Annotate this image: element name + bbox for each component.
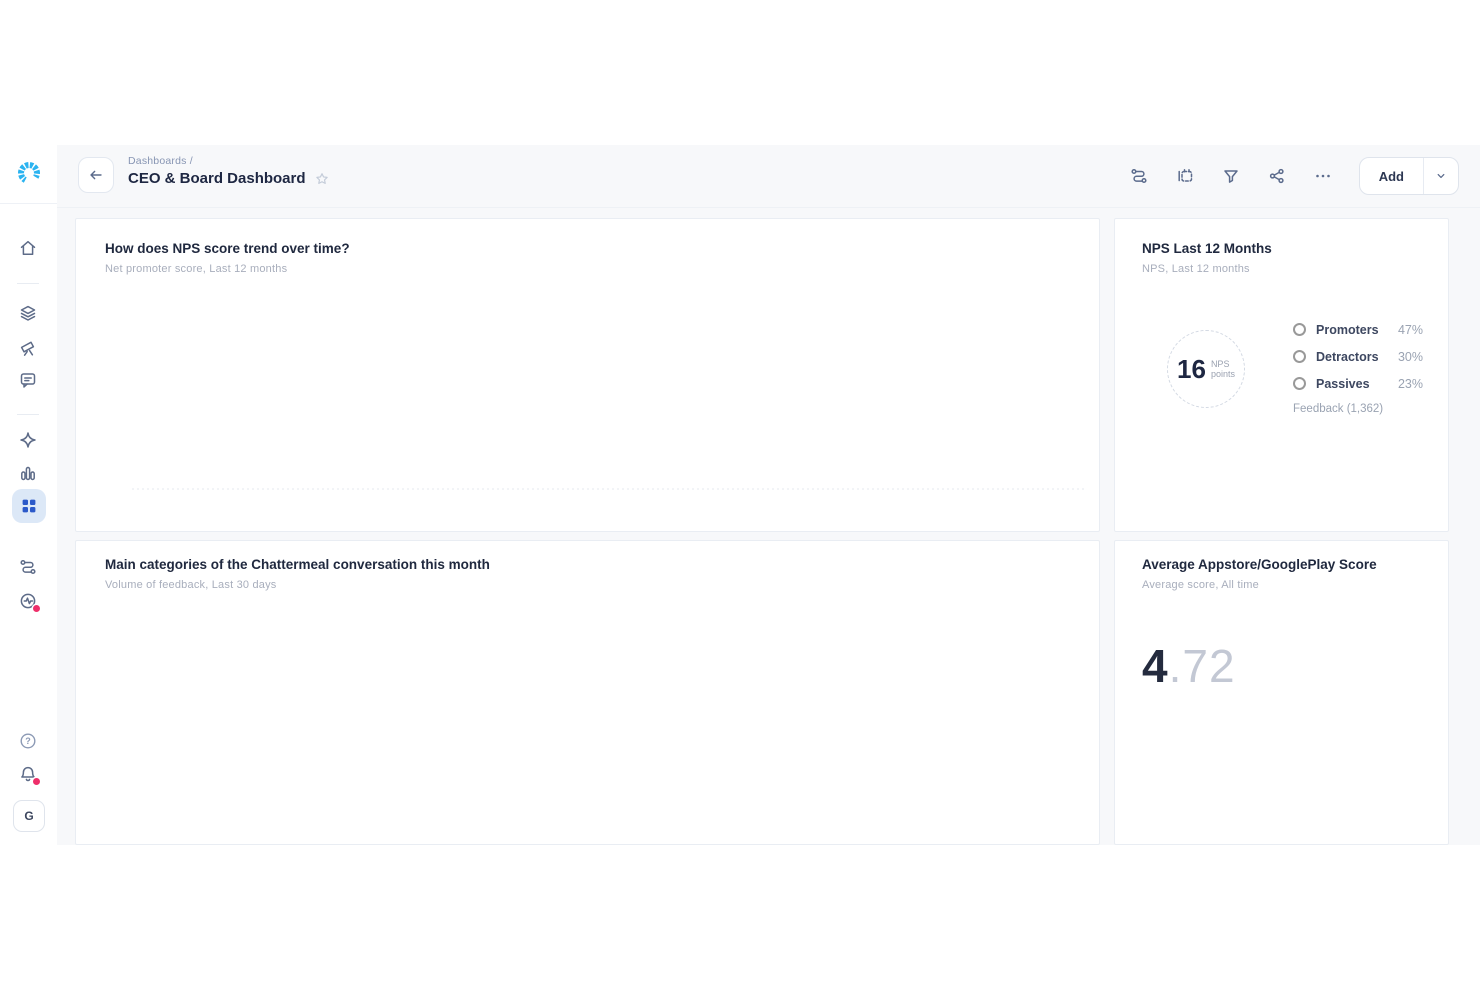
sidebar-item-insights[interactable] — [18, 430, 38, 450]
sparkle-icon — [18, 430, 38, 450]
sidebar-header — [0, 145, 57, 204]
journey-flow-icon[interactable] — [1129, 166, 1149, 186]
legend-item-passives: Passives 23% — [1293, 370, 1423, 397]
sidebar-item-health[interactable] — [18, 591, 38, 611]
user-avatar[interactable]: G — [13, 800, 45, 832]
back-button[interactable] — [78, 157, 114, 193]
breadcrumb[interactable]: Dashboards / — [128, 155, 330, 167]
sidebar-item-notifications[interactable] — [18, 764, 38, 784]
categories-card: Main categories of the Chattermeal conve… — [75, 540, 1100, 845]
arrow-left-icon — [87, 166, 105, 184]
nps-points-value: 16 — [1177, 354, 1206, 385]
telescope-icon — [18, 338, 38, 358]
legend-marker — [1293, 350, 1306, 363]
legend-item-promoters: Promoters 47% — [1293, 316, 1423, 343]
sidebar-item-help[interactable]: ? — [18, 731, 38, 751]
sidebar-divider — [17, 414, 39, 415]
avatar-initial: G — [24, 809, 33, 823]
more-ellipsis-icon[interactable] — [1313, 166, 1333, 186]
sidebar-item-journeys[interactable] — [18, 557, 38, 577]
page-header: Dashboards / CEO & Board Dashboard — [57, 145, 1480, 208]
sidebar-item-discover[interactable] — [18, 338, 38, 358]
help-icon: ? — [18, 731, 38, 751]
brand-logo[interactable] — [16, 160, 42, 186]
donut-center: 16 NPS points — [1148, 311, 1264, 427]
card-title: NPS Last 12 Months — [1142, 241, 1272, 256]
sidebar-item-dashboards-active[interactable] — [12, 489, 46, 523]
sidebar-item-home[interactable] — [18, 238, 38, 258]
notification-dot — [33, 778, 40, 785]
sidebar-item-conversations[interactable] — [18, 370, 38, 390]
bar-chart-icon — [18, 463, 38, 483]
nps-mini-sparkline — [1142, 432, 1435, 496]
home-icon — [18, 238, 38, 258]
legend-marker — [1293, 377, 1306, 390]
main-area: Dashboards / CEO & Board Dashboard — [57, 145, 1480, 845]
filter-icon[interactable] — [1221, 166, 1241, 186]
add-split-button: Add — [1359, 157, 1459, 195]
breadcrumb-block: Dashboards / CEO & Board Dashboard — [128, 155, 330, 187]
categories-bar-chart — [76, 541, 1099, 842]
layers-icon — [18, 303, 38, 323]
avg-score-sparkline — [1142, 736, 1435, 778]
gauge-logo-icon — [16, 160, 42, 186]
legend-item-detractors: Detractors 30% — [1293, 343, 1423, 370]
card-subtitle: NPS, Last 12 months — [1142, 263, 1250, 275]
nps-donut-chart: 16 NPS points — [1148, 311, 1264, 427]
sidebar: ? G — [0, 145, 58, 845]
sidebar-divider — [17, 283, 39, 284]
nps-trend-line-chart — [76, 219, 1099, 529]
chat-icon — [18, 370, 38, 390]
add-dropdown-button[interactable] — [1423, 158, 1458, 194]
page-title: CEO & Board Dashboard — [128, 170, 306, 187]
dashboard-grid-icon — [19, 496, 39, 516]
feedback-count: Feedback (1,362) — [1293, 403, 1383, 415]
avg-score-value: 4.72 — [1142, 639, 1236, 693]
nps-12m-card: NPS Last 12 Months NPS, Last 12 months 1… — [1114, 218, 1449, 532]
sidebar-item-data-layers[interactable] — [18, 303, 38, 323]
notification-dot — [33, 605, 40, 612]
avg-score-card: Average Appstore/GooglePlay Score Averag… — [1114, 540, 1449, 845]
journey-flow-icon — [18, 557, 38, 577]
svg-text:?: ? — [25, 736, 31, 746]
header-actions: Add — [1129, 157, 1459, 195]
add-button[interactable]: Add — [1360, 158, 1423, 194]
star-favorite-icon[interactable] — [314, 171, 330, 187]
donut-legend: Promoters 47% Detractors 30% Passives 23… — [1293, 316, 1423, 397]
card-title: Average Appstore/GooglePlay Score — [1142, 557, 1377, 572]
card-subtitle: Average score, All time — [1142, 579, 1259, 591]
nps-points-label: NPS points — [1211, 359, 1235, 380]
legend-marker — [1293, 323, 1306, 336]
sidebar-item-analytics[interactable] — [18, 463, 38, 483]
date-range-icon[interactable] — [1175, 166, 1195, 186]
nps-trend-card: How does NPS score trend over time? Net … — [75, 218, 1100, 532]
share-icon[interactable] — [1267, 166, 1287, 186]
chevron-down-icon — [1434, 169, 1448, 183]
